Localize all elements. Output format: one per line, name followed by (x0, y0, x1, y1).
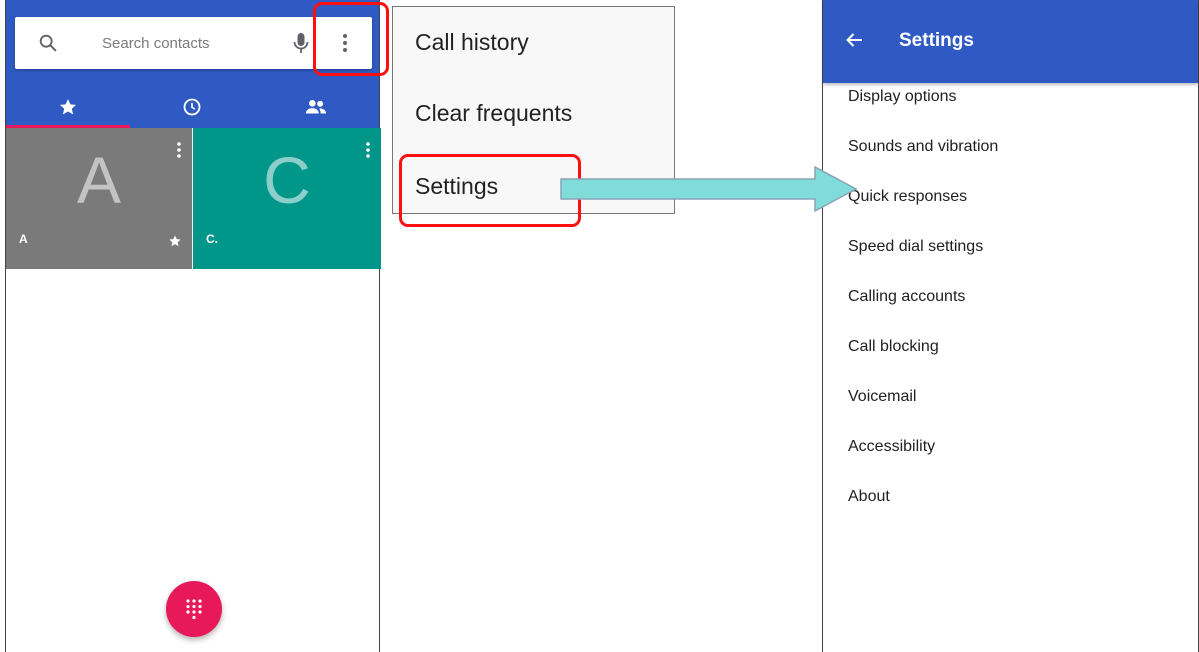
setting-calling-accounts[interactable]: Calling accounts (848, 288, 965, 306)
page-title: Settings (899, 30, 974, 51)
tab-favorites[interactable] (6, 86, 130, 128)
back-arrow-icon[interactable] (845, 31, 863, 49)
contact-name: C. (206, 232, 218, 246)
tab-contacts[interactable] (254, 86, 378, 128)
favorite-contact-tile[interactable]: C C. (193, 128, 381, 269)
highlight-more-button (313, 2, 389, 76)
more-vert-icon[interactable] (365, 141, 371, 159)
setting-voicemail[interactable]: Voicemail (848, 388, 916, 406)
setting-speed-dial-settings[interactable]: Speed dial settings (848, 238, 983, 256)
tab-recents[interactable] (130, 86, 254, 128)
arrow-to-settings (560, 165, 858, 213)
phone-app-screen: Search contacts A A C C. (5, 0, 381, 652)
favorite-contact-tile[interactable]: A A (6, 128, 192, 269)
mic-icon[interactable] (291, 31, 311, 55)
tab-bar (6, 86, 379, 128)
dialpad-icon (186, 599, 202, 620)
contact-name: A (19, 232, 28, 246)
settings-app-bar: Settings (823, 0, 1198, 83)
clock-icon (183, 98, 201, 116)
menu-item-clear-frequents[interactable]: Clear frequents (415, 100, 572, 127)
dialpad-button[interactable] (166, 581, 222, 637)
more-vert-icon[interactable] (176, 141, 182, 159)
settings-screen: Settings Display options Sounds and vibr… (822, 0, 1199, 652)
contact-avatar-letter: C (263, 143, 311, 217)
people-icon (305, 99, 327, 114)
setting-quick-responses[interactable]: Quick responses (848, 188, 967, 206)
star-icon (59, 99, 77, 115)
contact-avatar-letter: A (76, 143, 122, 217)
highlight-settings-item (399, 154, 581, 227)
star-icon (169, 235, 181, 247)
search-input[interactable]: Search contacts (102, 35, 210, 52)
setting-about[interactable]: About (848, 488, 890, 506)
search-icon[interactable] (37, 32, 59, 54)
setting-call-blocking[interactable]: Call blocking (848, 338, 939, 356)
setting-sounds-and-vibration[interactable]: Sounds and vibration (848, 138, 998, 156)
menu-item-call-history[interactable]: Call history (415, 29, 529, 56)
setting-display-options[interactable]: Display options (848, 88, 957, 106)
setting-accessibility[interactable]: Accessibility (848, 438, 935, 456)
